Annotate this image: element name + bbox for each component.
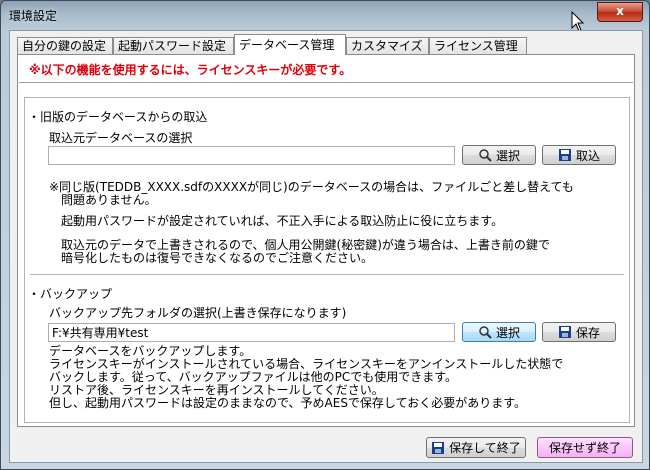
backup-dest-input[interactable] xyxy=(48,323,455,342)
save-and-exit-label: 保存して終了 xyxy=(449,441,521,455)
floppy-disk-icon xyxy=(558,326,571,338)
inner-frame: ・旧版のデータベースからの取込 取込元データベースの選択 選択 取込 ※同じ版(… xyxy=(24,97,630,423)
save-and-exit-button[interactable]: 保存して終了 xyxy=(426,437,526,458)
backup-save-button[interactable]: 保存 xyxy=(542,322,616,342)
import-source-label: 取込元データベースの選択 xyxy=(49,131,193,145)
title-bar: 環境設定 x xyxy=(1,1,649,29)
import-source-input[interactable] xyxy=(48,146,455,165)
divider xyxy=(19,82,633,86)
magnifier-icon xyxy=(479,326,492,339)
tab-customize[interactable]: カスタマイズ xyxy=(346,37,429,54)
backup-section-title: ・バックアップ xyxy=(28,287,113,301)
tab-database[interactable]: データベース管理 xyxy=(234,34,346,55)
backup-dest-label: バックアップ先フォルダの選択(上書き保存になります) xyxy=(49,306,347,320)
settings-window: 環境設定 x 自分の鍵の設定 起動パスワード設定 データベース管理 カスタマイズ… xyxy=(0,0,650,470)
import-select-button[interactable]: 選択 xyxy=(462,145,536,165)
import-note-3: 起動用パスワードが設定されていれば、不正入手による取込防止に役に立ちます。 xyxy=(61,214,504,228)
exit-without-save-button[interactable]: 保存せず終了 xyxy=(537,437,633,458)
backup-select-button[interactable]: 選択 xyxy=(462,322,536,342)
database-panel: ※以下の機能を使用するには、ライセンスキーが必要です。 ・旧版のデータベースから… xyxy=(17,54,635,427)
window-title: 環境設定 xyxy=(9,9,58,23)
backup-note-5: 但し、起動用パスワードは設定のままなので、予めAESで保存しておく必要があります… xyxy=(49,396,527,410)
import-button[interactable]: 取込 xyxy=(542,145,616,165)
tab-startup-password[interactable]: 起動パスワード設定 xyxy=(113,37,234,54)
tab-own-key[interactable]: 自分の鍵の設定 xyxy=(17,37,113,54)
floppy-disk-icon xyxy=(432,441,445,454)
import-note-5: 暗号化したものは復号できなくなるのでご注意ください。 xyxy=(61,251,374,265)
close-button[interactable]: x xyxy=(597,2,643,22)
import-button-label: 取込 xyxy=(575,148,600,163)
floppy-disk-icon xyxy=(558,149,571,161)
client-area: 自分の鍵の設定 起動パスワード設定 データベース管理 カスタマイズ ライセンス管… xyxy=(9,30,643,463)
tab-license[interactable]: ライセンス管理 xyxy=(429,37,527,54)
license-warning: ※以下の機能を使用するには、ライセンスキーが必要です。 xyxy=(29,63,352,77)
backup-select-label: 選択 xyxy=(495,325,520,340)
backup-save-label: 保存 xyxy=(575,325,600,340)
magnifier-icon xyxy=(479,149,492,162)
import-note-2: 問題ありません。 xyxy=(61,193,157,207)
section-separator xyxy=(30,274,624,275)
import-section-title: ・旧版のデータベースからの取込 xyxy=(28,110,208,124)
import-select-label: 選択 xyxy=(495,148,520,163)
